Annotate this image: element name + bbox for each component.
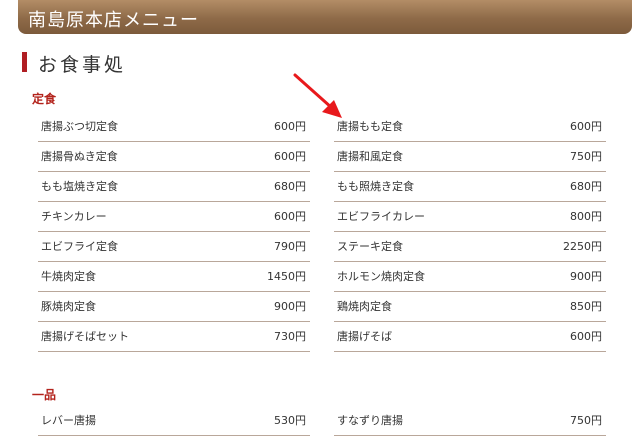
menu-item-name: もも照焼き定食	[337, 180, 414, 193]
section-title: お食事処	[38, 54, 127, 76]
menu-item-price: 600円	[570, 120, 602, 133]
menu-item: もも塩焼き定食 680円	[38, 172, 310, 202]
category-title-teishoku: 定食	[32, 92, 57, 106]
category-title-ippin: 一品	[32, 388, 57, 402]
menu-item: 牛焼肉定食 1450円	[38, 262, 310, 292]
menu-item: 唐揚げそばセット 730円	[38, 322, 310, 352]
menu-item-price: 900円	[570, 270, 602, 283]
menu-item: レバー唐揚 530円	[38, 406, 310, 436]
menu-item-name: エビフライカレー	[337, 210, 425, 223]
menu-item: 豚焼肉定食 900円	[38, 292, 310, 322]
menu-item-name: ステーキ定食	[337, 240, 403, 253]
menu-item: 唐揚ぶつ切定食 600円	[38, 112, 310, 142]
menu-item: エビフライ定食 790円	[38, 232, 310, 262]
menu-item: エビフライカレー 800円	[334, 202, 606, 232]
menu-item-name: すなずり唐揚	[337, 414, 403, 427]
menu-item: すなずり唐揚 750円	[334, 406, 606, 436]
menu-item-price: 800円	[570, 210, 602, 223]
menu-item-price: 2250円	[563, 240, 602, 253]
menu-item-name: エビフライ定食	[41, 240, 118, 253]
menu-item-name: 鶏焼肉定食	[337, 300, 392, 313]
menu-item-price: 1450円	[267, 270, 306, 283]
menu-item: 唐揚もも定食 600円	[334, 112, 606, 142]
menu-item-name: ホルモン焼肉定食	[337, 270, 425, 283]
menu-item-name: レバー唐揚	[41, 414, 96, 427]
menu-item-name: 唐揚和風定食	[337, 150, 403, 163]
menu-item-price: 600円	[274, 150, 306, 163]
menu-item-price: 750円	[570, 150, 602, 163]
menu-item-name: 唐揚骨ぬき定食	[41, 150, 118, 163]
menu-item-name: もも塩焼き定食	[41, 180, 118, 193]
menu-item-price: 730円	[274, 330, 306, 343]
heading-accent-bar	[22, 52, 27, 72]
menu-item-price: 900円	[274, 300, 306, 313]
menu-item-name: 唐揚げそば	[337, 330, 392, 343]
menu-item: 唐揚和風定食 750円	[334, 142, 606, 172]
menu-item-price: 680円	[570, 180, 602, 193]
menu-item: ホルモン焼肉定食 900円	[334, 262, 606, 292]
menu-item-price: 600円	[274, 210, 306, 223]
menu-item-price: 850円	[570, 300, 602, 313]
menu-item-price: 680円	[274, 180, 306, 193]
page-title: 南島原本店メニュー	[28, 10, 199, 31]
menu-item-price: 600円	[570, 330, 602, 343]
menu-item: ステーキ定食 2250円	[334, 232, 606, 262]
menu-item: もも照焼き定食 680円	[334, 172, 606, 202]
menu-column-right-ippin: すなずり唐揚 750円	[334, 406, 606, 436]
menu-column-right: 唐揚もも定食 600円 唐揚和風定食 750円 もも照焼き定食 680円 エビフライカ…	[334, 112, 606, 352]
menu-column-left: 唐揚ぶつ切定食 600円 唐揚骨ぬき定食 600円 もも塩焼き定食 680円 チキンカ…	[38, 112, 310, 352]
menu-item: 唐揚げそば 600円	[334, 322, 606, 352]
menu-item-name: 豚焼肉定食	[41, 300, 96, 313]
menu-item-name: 牛焼肉定食	[41, 270, 96, 283]
menu-item-price: 750円	[570, 414, 602, 427]
menu-item: 唐揚骨ぬき定食 600円	[38, 142, 310, 172]
menu-item: 鶏焼肉定食 850円	[334, 292, 606, 322]
menu-item-name: チキンカレー	[41, 210, 107, 223]
red-arrow-icon	[293, 73, 342, 118]
page-header-banner: 南島原本店メニュー	[18, 0, 632, 34]
menu-item: チキンカレー 600円	[38, 202, 310, 232]
menu-column-left-ippin: レバー唐揚 530円	[38, 406, 310, 436]
menu-item-price: 530円	[274, 414, 306, 427]
menu-item-name: 唐揚げそばセット	[41, 330, 129, 343]
menu-item-price: 790円	[274, 240, 306, 253]
menu-item-name: 唐揚ぶつ切定食	[41, 120, 118, 133]
